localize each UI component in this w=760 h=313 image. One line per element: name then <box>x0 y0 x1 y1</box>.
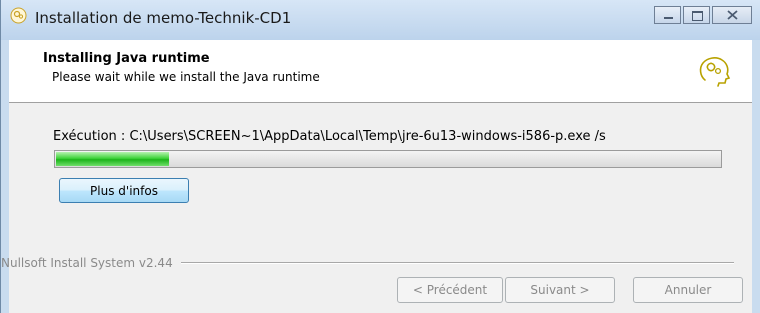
cancel-button[interactable]: Annuler <box>633 277 743 303</box>
caption-buttons <box>654 6 752 24</box>
next-button[interactable]: Suivant > <box>505 277 615 303</box>
progress-fill <box>56 152 169 166</box>
installer-gear-head-icon <box>10 7 27 24</box>
title-bar[interactable]: Installation de memo-Technik-CD1 <box>1 0 760 40</box>
content-panel: Exécution : C:\Users\SCREEN~1\AppData\Lo… <box>1 103 752 313</box>
execution-status: Exécution : C:\Users\SCREEN~1\AppData\Lo… <box>53 129 606 144</box>
header-panel: Installing Java runtime Please wait whil… <box>9 40 752 103</box>
gear-head-logo-icon <box>696 54 732 88</box>
nsis-branding: Nullsoft Install System v2.44 <box>1 256 173 270</box>
branding-line: Nullsoft Install System v2.44 <box>1 256 734 270</box>
previous-button[interactable]: < Précédent <box>397 277 503 303</box>
minimize-button[interactable] <box>654 6 681 24</box>
progress-bar <box>54 150 722 168</box>
installer-window: Installation de memo-Technik-CD1 Install… <box>0 0 760 313</box>
maximize-button[interactable] <box>683 6 710 24</box>
close-icon <box>727 10 738 20</box>
window-title: Installation de memo-Technik-CD1 <box>35 9 292 27</box>
page-subtitle: Please wait while we install the Java ru… <box>52 70 320 84</box>
more-info-button[interactable]: Plus d'infos <box>59 178 189 203</box>
close-button[interactable] <box>712 6 752 24</box>
divider <box>180 262 734 264</box>
page-title: Installing Java runtime <box>43 51 210 66</box>
